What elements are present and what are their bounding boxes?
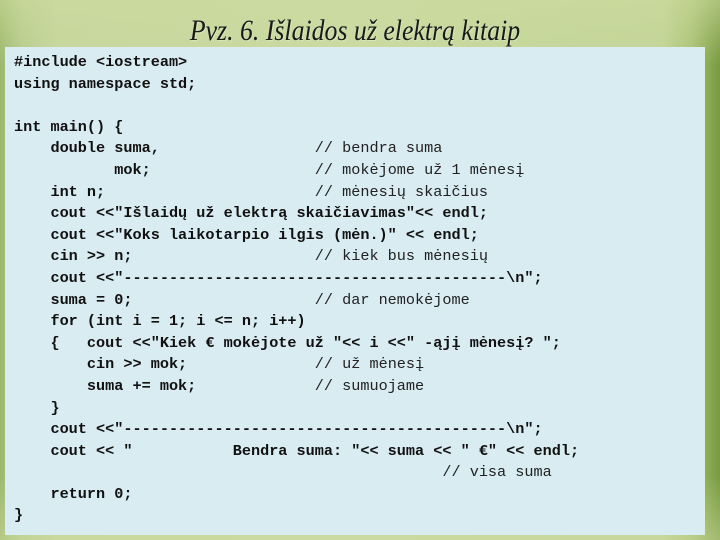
code-line: // visa suma bbox=[14, 462, 579, 484]
code-line: int main() { bbox=[14, 117, 579, 139]
code-line: cout <<"--------------------------------… bbox=[14, 268, 579, 290]
code-text: int main() { bbox=[14, 117, 124, 136]
code-text: cout <<"Koks laikotarpio ilgis (mėn.)" <… bbox=[14, 225, 479, 244]
code-text: { cout <<"Kiek € mokėjote už "<< i <<" -… bbox=[14, 333, 561, 352]
code-comment: // mėnesių skaičius bbox=[314, 182, 488, 201]
code-comment: // mokėjome už 1 mėnesį bbox=[314, 160, 525, 179]
code-text: cout <<"--------------------------------… bbox=[14, 420, 543, 439]
code-comment: // už mėnesį bbox=[314, 355, 425, 374]
code-line: using namespace std; bbox=[14, 74, 579, 96]
code-comment: // visa suma bbox=[442, 463, 552, 482]
code-line: mok; // mokėjome už 1 mėnesį bbox=[14, 160, 579, 182]
code-line: cout << " Bendra suma: "<< suma << " €" … bbox=[14, 441, 579, 463]
code-text: cout << " Bendra suma: "<< suma << " €" … bbox=[14, 441, 580, 460]
code-text: } bbox=[14, 398, 60, 417]
code-text: cin >> mok; bbox=[14, 355, 188, 374]
code-line: #include <iostream> bbox=[14, 52, 579, 74]
code-line: suma += mok; // sumuojame bbox=[14, 376, 579, 398]
code-text: suma = 0; bbox=[14, 290, 133, 309]
code-text: cout <<"--------------------------------… bbox=[14, 268, 543, 287]
code-line: cin >> mok; // už mėnesį bbox=[14, 354, 579, 376]
code-text: cin >> n; bbox=[14, 247, 133, 266]
code-line: } bbox=[14, 398, 579, 420]
code-line: return 0; bbox=[14, 484, 579, 506]
code-text: mok; bbox=[14, 160, 151, 179]
code-line: for (int i = 1; i <= n; i++) bbox=[14, 311, 579, 333]
code-line: { cout <<"Kiek € mokėjote už "<< i <<" -… bbox=[14, 333, 579, 355]
code-text: return 0; bbox=[14, 484, 133, 503]
code-line: int n; // mėnesių skaičius bbox=[14, 182, 579, 204]
code-text: for (int i = 1; i <= n; i++) bbox=[14, 312, 306, 331]
slide-title: Pvz. 6. Išlaidos už elektrą kitaip bbox=[189, 14, 521, 47]
code-text: int n; bbox=[14, 182, 106, 201]
code-line: cout <<"--------------------------------… bbox=[14, 419, 579, 441]
code-text: using namespace std; bbox=[14, 74, 197, 93]
code-comment: // kiek bus mėnesių bbox=[314, 247, 488, 266]
code-text: cout <<"Išlaidų už elektrą skaičiavimas"… bbox=[14, 204, 488, 223]
code-line: cout <<"Koks laikotarpio ilgis (mėn.)" <… bbox=[14, 225, 579, 247]
code-text: #include <iostream> bbox=[14, 53, 188, 71]
code-line: suma = 0; // dar nemokėjome bbox=[14, 290, 579, 312]
code-comment: // sumuojame bbox=[314, 376, 425, 395]
code-text: double suma, bbox=[14, 139, 160, 158]
code-line: cin >> n; // kiek bus mėnesių bbox=[14, 246, 579, 268]
code-block: #include <iostream> using namespace std; i… bbox=[14, 52, 579, 527]
code-line: double suma, // bendra suma bbox=[14, 138, 579, 160]
code-text: } bbox=[14, 506, 24, 525]
code-text: suma += mok; bbox=[14, 376, 197, 395]
code-comment: // dar nemokėjome bbox=[314, 290, 470, 309]
code-line: } bbox=[14, 505, 579, 527]
code-comment: // bendra suma bbox=[314, 139, 443, 158]
code-line: cout <<"Išlaidų už elektrą skaičiavimas"… bbox=[14, 203, 579, 225]
